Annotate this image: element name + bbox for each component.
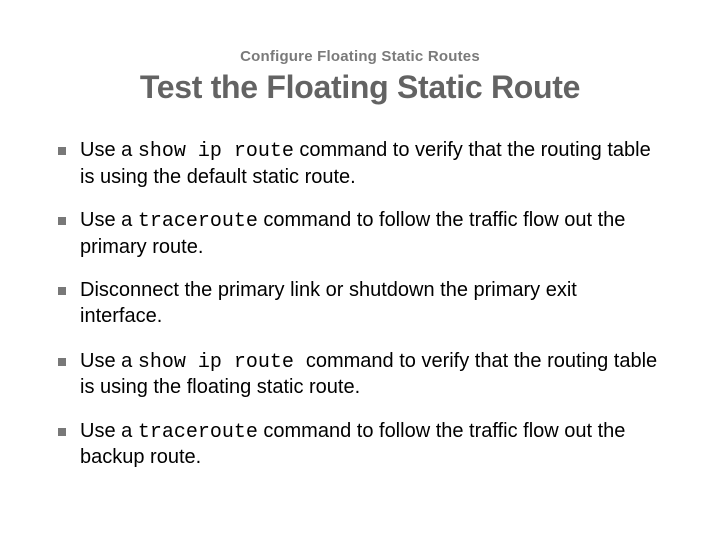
bullet-text-pre: Disconnect the primary link or shutdown … [80, 279, 577, 327]
inline-code: traceroute [138, 421, 258, 444]
inline-code: show ip route [138, 351, 306, 374]
slide-eyebrow: Configure Floating Static Routes [58, 48, 662, 65]
list-item: Use a show ip route command to verify th… [58, 349, 662, 401]
list-item: Use a traceroute command to follow the t… [58, 419, 662, 471]
slide-header: Configure Floating Static Routes Test th… [58, 48, 662, 106]
list-item: Use a traceroute command to follow the t… [58, 208, 662, 260]
inline-code: show ip route [138, 140, 294, 163]
bullet-text-pre: Use a [80, 139, 138, 161]
bullet-text-pre: Use a [80, 209, 138, 231]
list-item: Use a show ip route command to verify th… [58, 138, 662, 190]
bullet-list: Use a show ip route command to verify th… [58, 138, 662, 471]
inline-code: traceroute [138, 210, 258, 233]
bullet-text-pre: Use a [80, 350, 138, 372]
slide-title: Test the Floating Static Route [58, 69, 662, 106]
bullet-text-pre: Use a [80, 420, 138, 442]
list-item: Disconnect the primary link or shutdown … [58, 278, 662, 330]
